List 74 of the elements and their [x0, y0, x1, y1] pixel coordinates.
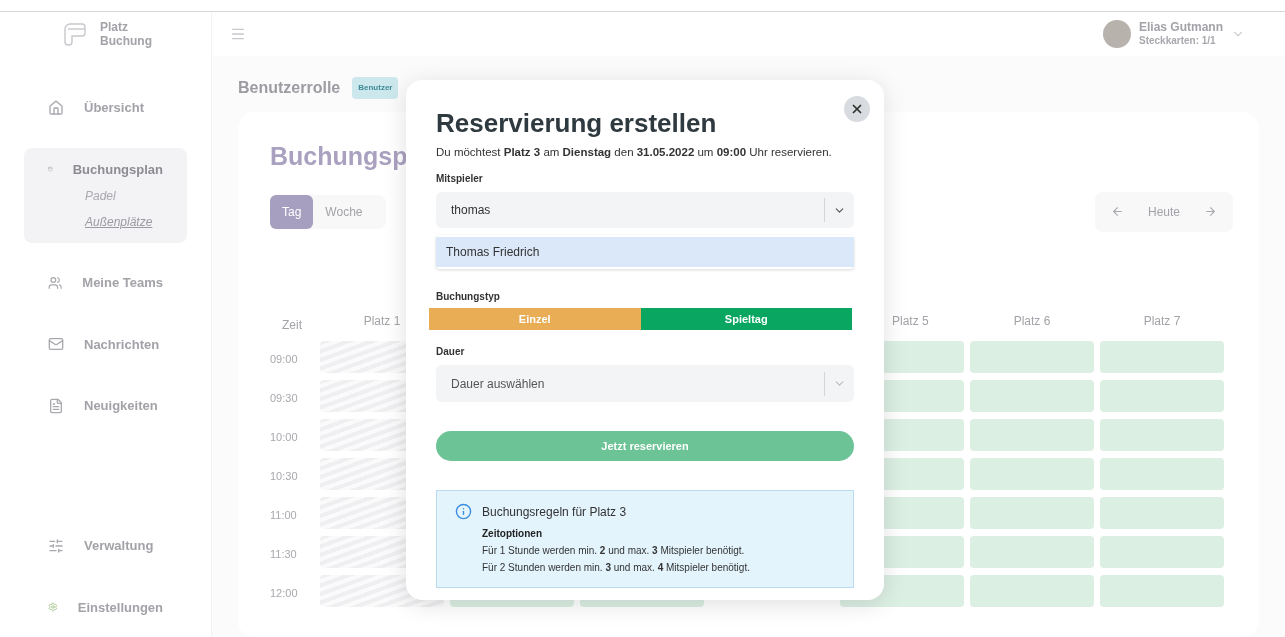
role-badge: Benutzer [352, 77, 399, 99]
nav-link[interactable]: Neuigkeiten [84, 396, 158, 416]
time-slot[interactable] [1100, 457, 1224, 490]
field-label: Dauer [436, 345, 466, 360]
time-label: 11:00 [270, 507, 298, 523]
nav-sublink[interactable]: Außenplätze [85, 213, 163, 231]
rules-line: Für 2 Stunden werden min. 3 und max. 4 Mitspieler benötigt. [482, 561, 750, 576]
nav-link[interactable]: Übersicht [84, 98, 144, 118]
booking-type-button[interactable]: Einzel [429, 308, 641, 331]
select-placeholder: Dauer auswählen [450, 375, 546, 393]
rules-line: Für 1 Stunde werden min. 2 und max. 3 Mitspieler benötigt. [482, 544, 746, 559]
time-label: 11:30 [270, 546, 298, 562]
player-field[interactable]: thomas [436, 192, 854, 229]
time-slot[interactable] [970, 496, 1094, 529]
column-header: Platz 6 [1013, 312, 1051, 330]
time-slot[interactable] [1100, 418, 1224, 451]
close-icon [850, 102, 864, 116]
brand-name: Buchung [100, 34, 152, 48]
time-slot[interactable] [970, 535, 1094, 568]
time-slot[interactable] [1100, 535, 1224, 568]
duration-select[interactable]: Dauer auswählen [436, 365, 854, 403]
time-label: 09:00 [270, 351, 299, 367]
arrow-right-icon[interactable] [1204, 205, 1217, 218]
arrow-left-icon[interactable] [1110, 205, 1124, 218]
menu-icon[interactable] [230, 26, 246, 42]
time-slot[interactable] [1100, 496, 1224, 529]
sliders-icon [48, 537, 64, 554]
nav-link[interactable]: Einstellungen [77, 597, 163, 617]
field-label: Buchungstyp [436, 290, 501, 305]
time-slot[interactable] [970, 574, 1094, 607]
logo-icon [62, 21, 88, 47]
rules-title: Buchungsregeln für Platz 3 [482, 504, 628, 522]
document-icon [48, 397, 64, 414]
rules-subtitle: Zeitoptionen [482, 527, 543, 542]
time-slot[interactable] [970, 340, 1094, 373]
suggestion-option[interactable]: Thomas Friedrich [436, 237, 854, 268]
info-icon [455, 503, 472, 521]
people-icon [48, 274, 63, 291]
nav-link[interactable]: Meine Teams [82, 273, 163, 293]
today-button[interactable]: Heute [1147, 202, 1180, 221]
time-label: 09:30 [270, 390, 299, 406]
player-input[interactable]: thomas [436, 201, 824, 220]
booking-type-button[interactable]: Spieltag [640, 308, 852, 331]
time-label: 10:30 [270, 468, 299, 484]
time-slot[interactable] [1100, 340, 1224, 373]
role-label: Benutzerrolle [238, 78, 341, 98]
nav-sublink[interactable]: Padel [85, 187, 163, 205]
nav-link[interactable]: Nachrichten [84, 334, 160, 354]
column-header: Platz 1 [363, 312, 401, 330]
dialog-intro: Du möchtest Platz 3 am Dienstag den 31.05.2022 um 09:00 Uhr reservieren. [436, 145, 833, 160]
time-label: 10:00 [270, 429, 299, 445]
column-header: Zeit [281, 316, 303, 334]
close-button[interactable] [844, 96, 870, 122]
time-slot[interactable] [970, 418, 1094, 451]
mail-icon [48, 336, 64, 353]
time-slot[interactable] [970, 457, 1094, 490]
home-icon [48, 99, 64, 116]
page-title: Buchungsp [270, 141, 408, 172]
view-tab[interactable]: Woche [313, 194, 375, 229]
time-label: 12:00 [270, 585, 299, 601]
user-subtitle: Steckkarten: 1/1 [1138, 34, 1217, 47]
user-name: Elias Gutmann [1138, 21, 1223, 34]
avatar [1102, 20, 1131, 48]
dialog-title: Reservierung erstellen [436, 108, 718, 138]
time-slot[interactable] [1100, 379, 1224, 412]
brand-name: Platz [100, 20, 129, 34]
view-tab[interactable]: Tag [270, 194, 314, 229]
field-label: Mitspieler [436, 172, 484, 187]
column-header: Platz 5 [892, 312, 929, 330]
nav-link[interactable]: Verwaltung [84, 536, 154, 556]
time-slot[interactable] [970, 379, 1094, 412]
time-slot[interactable] [1100, 574, 1224, 607]
column-header: Platz 7 [1143, 312, 1181, 330]
nav-link[interactable]: Buchungsplan [72, 159, 163, 179]
